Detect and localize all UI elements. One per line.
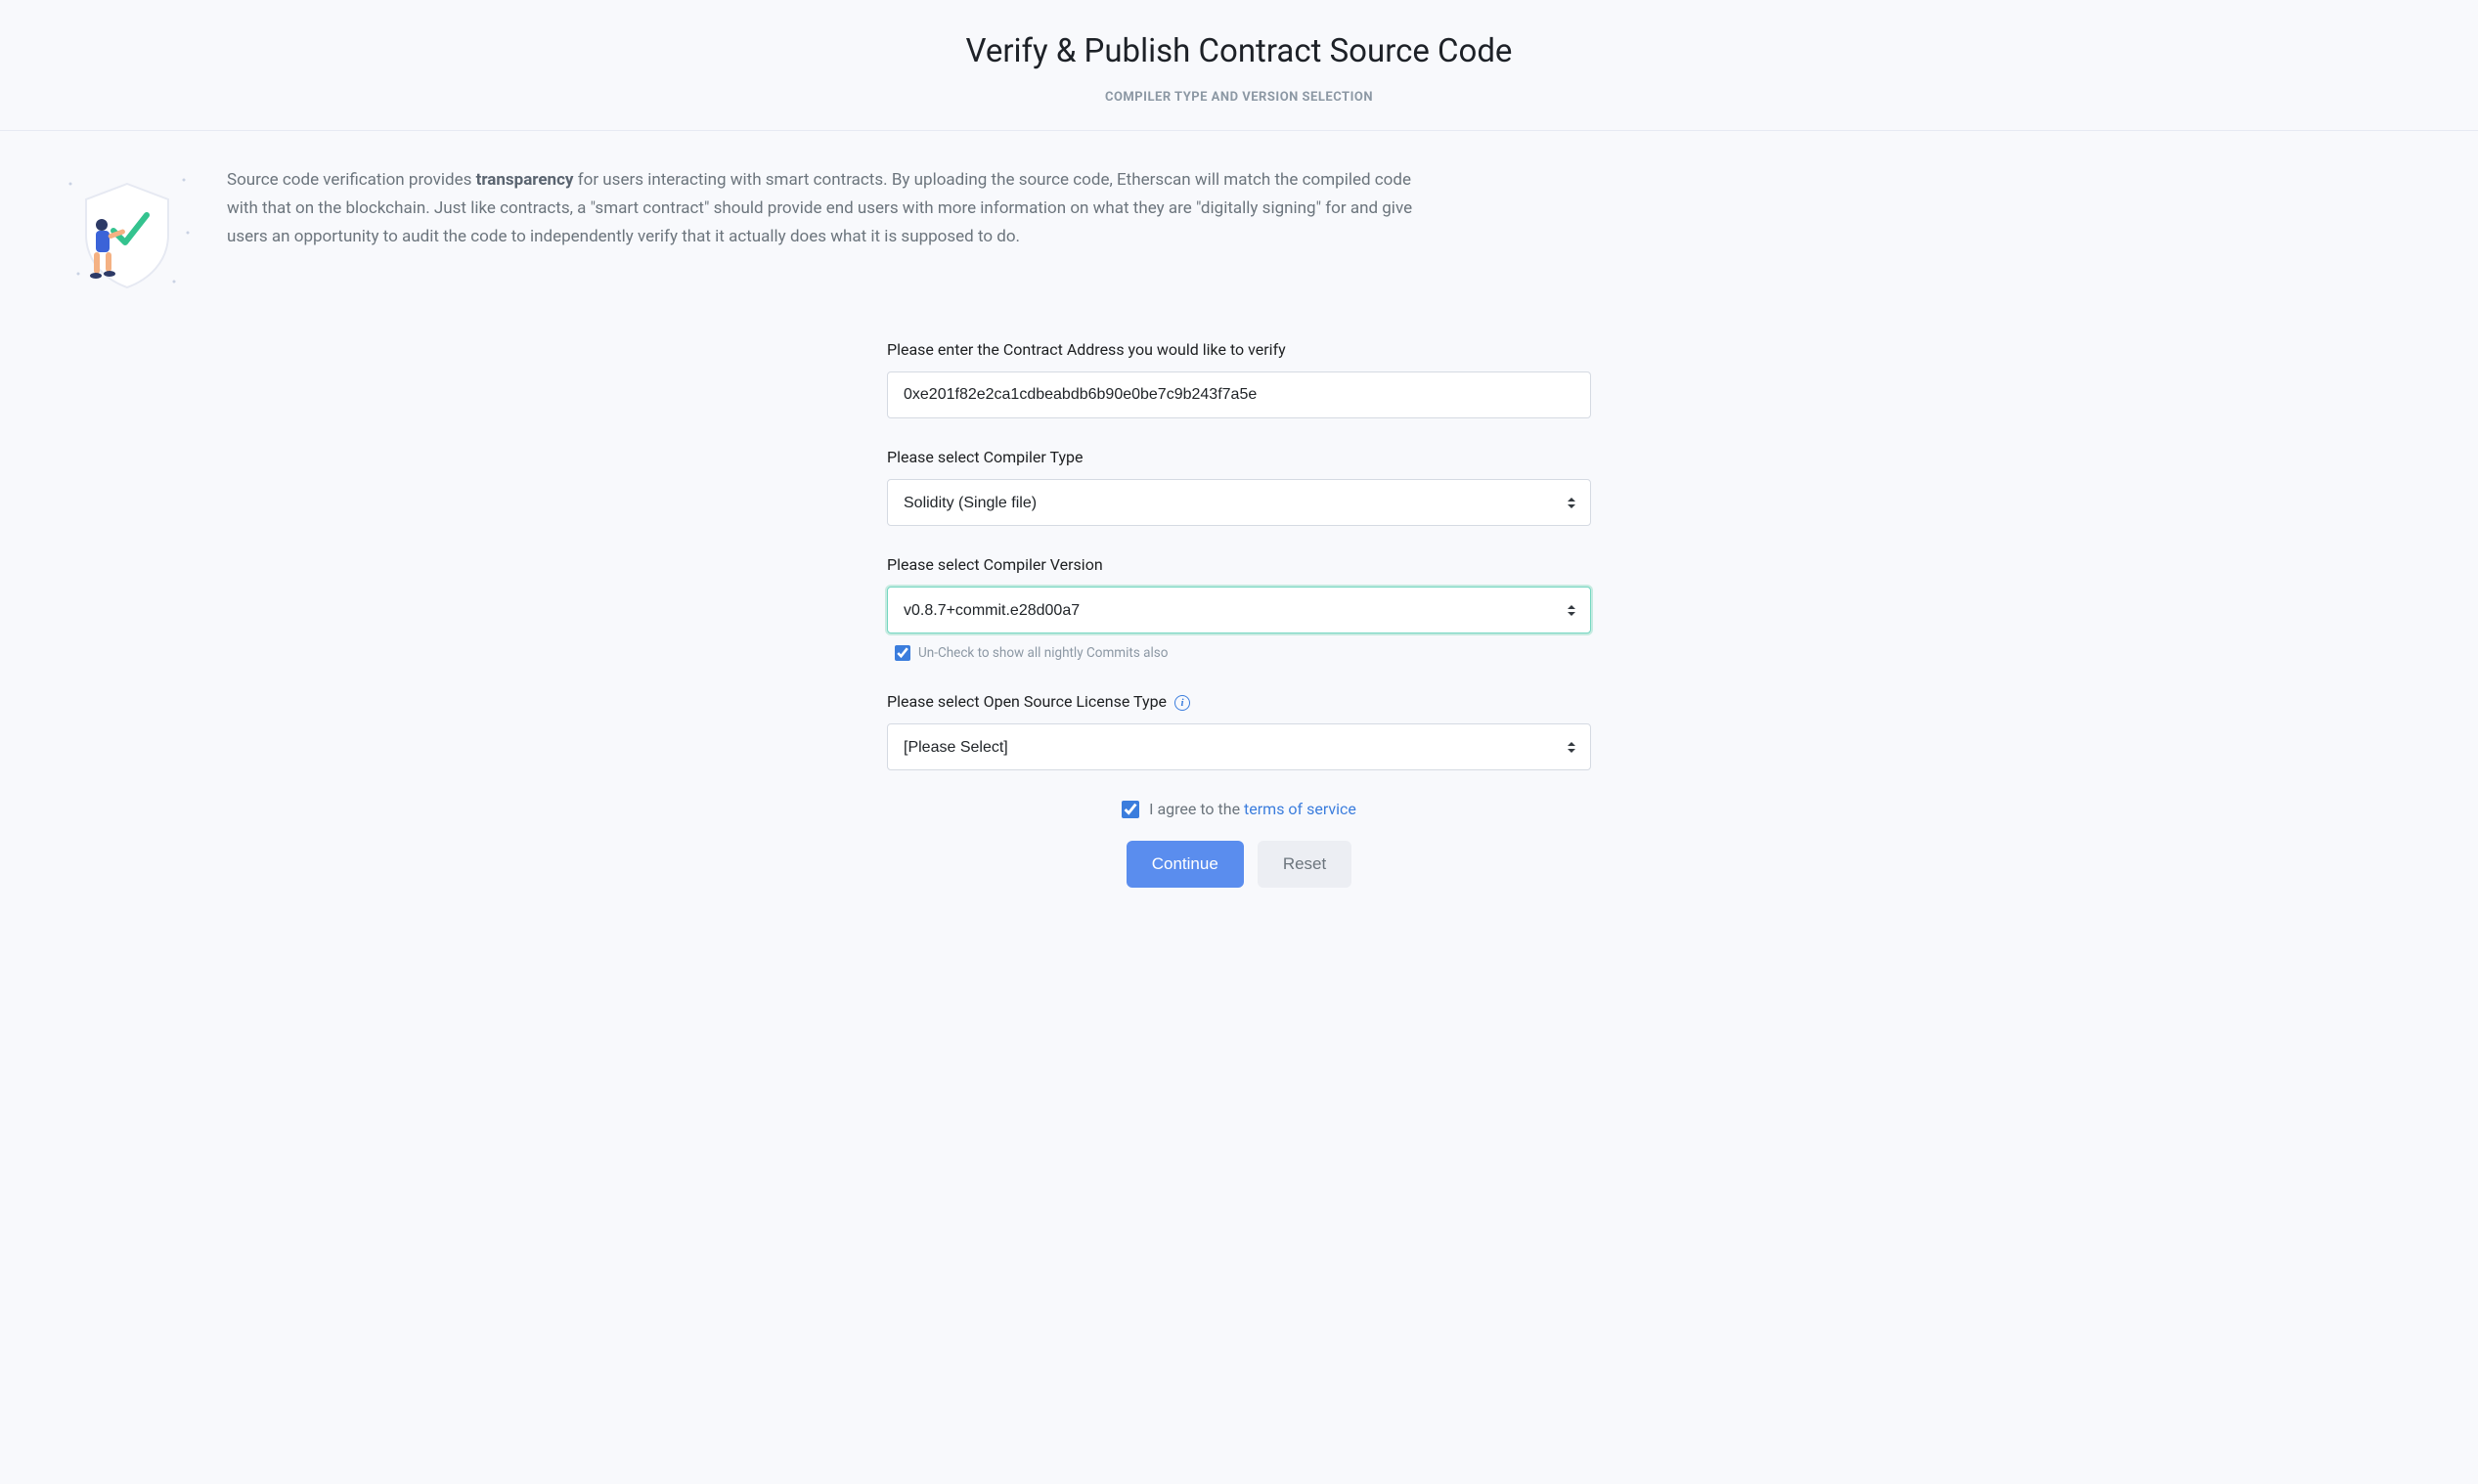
nightly-commits-checkbox[interactable] xyxy=(895,645,910,661)
agree-terms-checkbox[interactable] xyxy=(1122,801,1139,818)
agree-text: I agree to the terms of service xyxy=(1149,798,1356,821)
page-title: Verify & Publish Contract Source Code xyxy=(0,27,2478,76)
intro-text: Source code verification provides transp… xyxy=(227,166,1430,251)
agree-prefix: I agree to the xyxy=(1149,800,1244,818)
compiler-type-select[interactable]: Solidity (Single file) xyxy=(887,479,1591,526)
reset-button[interactable]: Reset xyxy=(1258,841,1351,888)
terms-of-service-link[interactable]: terms of service xyxy=(1244,800,1356,818)
license-type-select[interactable]: [Please Select] xyxy=(887,723,1591,770)
shield-verify-illustration xyxy=(59,166,196,303)
compiler-version-label: Please select Compiler Version xyxy=(887,553,1591,577)
license-type-label: Please select Open Source License Type i xyxy=(887,690,1591,714)
license-type-label-text: Please select Open Source License Type xyxy=(887,692,1167,711)
compiler-type-label: Please select Compiler Type xyxy=(887,446,1591,469)
address-label: Please enter the Contract Address you wo… xyxy=(887,338,1591,362)
page-subtitle: COMPILER TYPE AND VERSION SELECTION xyxy=(0,88,2478,108)
info-icon[interactable]: i xyxy=(1174,695,1190,711)
intro-text-part: Source code verification provides xyxy=(227,170,476,190)
intro-section: Source code verification provides transp… xyxy=(0,131,2478,303)
compiler-version-select[interactable]: v0.8.7+commit.e28d00a7 xyxy=(887,587,1591,633)
page-header: Verify & Publish Contract Source Code CO… xyxy=(0,0,2478,131)
verify-form: Please enter the Contract Address you wo… xyxy=(867,338,1611,946)
continue-button[interactable]: Continue xyxy=(1127,841,1244,888)
nightly-commits-label: Un-Check to show all nightly Commits als… xyxy=(918,643,1168,663)
intro-text-bold: transparency xyxy=(476,170,574,190)
contract-address-input[interactable] xyxy=(887,371,1591,418)
